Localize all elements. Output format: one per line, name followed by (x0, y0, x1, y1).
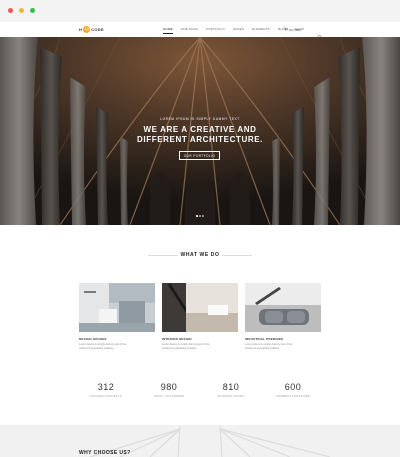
card-text-line: printing & typesetting industry. (79, 346, 114, 350)
card-text: Lorem Ipsum is simply dummy text of the … (162, 343, 238, 350)
cart-icon (284, 27, 288, 32)
service-card[interactable]: INTERIOR DESIGN Lorem Ipsum is simply du… (162, 283, 238, 350)
slider-pagination (196, 215, 206, 217)
site-logo[interactable]: H CODE (79, 25, 104, 33)
why-choose-us-section: WHY CHOOSE US? (0, 425, 400, 457)
bridge-background-image (0, 425, 400, 457)
card-text-line: printing & typesetting industry. (162, 346, 197, 350)
stat-value: 980 (160, 382, 178, 392)
nav-home[interactable]: HOME (163, 27, 173, 34)
card-text-line: printing & typesetting industry. (245, 346, 280, 350)
card-title: DESIGN HOUSES (79, 337, 107, 341)
logo-prefix: H (79, 26, 83, 32)
hero-kicker: LOREM IPSUM IS SIMPLY DUMMY TEXT (160, 117, 240, 121)
nav-elements[interactable]: ELEMENTS (252, 27, 270, 33)
service-card[interactable]: INDUSTRIAL PREMISES Lorem Ipsum is simpl… (245, 283, 321, 350)
hero-title-line1: WE ARE A CREATIVE AND (143, 125, 257, 134)
hero-title: WE ARE A CREATIVE AND DIFFERENT ARCHITEC… (0, 125, 400, 145)
stat-label: HAPPY CUSTOMERS (153, 395, 185, 398)
browser-window: H CODE HOME ONE PAGE PORTFOLIO PAGES ELE… (0, 0, 400, 457)
close-window-icon[interactable] (8, 8, 13, 13)
card-text: Lorem Ipsum is simply dummy text of the … (245, 343, 321, 350)
stat-happy-customers: 980 HAPPY CUSTOMERS (139, 382, 199, 398)
stat-value: 810 (222, 382, 240, 392)
stat-working-hours: 810 WORKING HOURS (201, 382, 261, 398)
nav-pages[interactable]: PAGES (233, 27, 244, 33)
section-title-what-we-do: WHAT WE DO (180, 252, 220, 258)
cart-label: (0) ITEM (289, 27, 301, 32)
stat-comments-received: 600 COMMENTS RECEIVED (263, 382, 323, 398)
card-text: Lorem Ipsum is simply dummy text of the … (79, 343, 155, 350)
hero-title-line2: DIFFERENT ARCHITECTURE. (137, 135, 263, 144)
cart-link[interactable]: (0) ITEM (284, 27, 301, 32)
card-title: INTERIOR DESIGN (162, 337, 192, 341)
site-header: H CODE HOME ONE PAGE PORTFOLIO PAGES ELE… (0, 22, 400, 39)
minimize-window-icon[interactable] (19, 8, 24, 13)
stat-label: WORKING HOURS (217, 395, 245, 398)
design-houses-image[interactable] (79, 283, 155, 332)
hero-slider: LOREM IPSUM IS SIMPLY DUMMY TEXT WE ARE … (0, 37, 400, 225)
industrial-premises-image[interactable] (245, 283, 321, 332)
card-title: INDUSTRIAL PREMISES (245, 337, 284, 341)
search-icon[interactable] (318, 26, 322, 39)
stat-finished-projects: 312 FINISHED PROJECTS (76, 382, 136, 398)
stat-label: FINISHED PROJECTS (90, 395, 122, 398)
our-portfolio-button[interactable]: OUR PORTFOLIO (179, 151, 220, 160)
slider-dot[interactable] (196, 215, 198, 217)
nav-portfolio[interactable]: PORTFOLIO (206, 27, 225, 33)
logo-suffix: CODE (91, 26, 104, 32)
interior-design-image[interactable] (162, 283, 238, 332)
divider-line (222, 254, 252, 255)
browser-titlebar (0, 0, 400, 22)
nav-one-page[interactable]: ONE PAGE (181, 27, 198, 33)
stat-value: 600 (284, 382, 302, 392)
maximize-window-icon[interactable] (30, 8, 35, 13)
slider-dot[interactable] (199, 215, 201, 217)
stat-label: COMMENTS RECEIVED (275, 395, 311, 398)
logo-mark-icon (83, 25, 91, 33)
service-card[interactable]: DESIGN HOUSES Lorem Ipsum is simply dumm… (79, 283, 155, 350)
section-title-why-choose-us: WHY CHOOSE US? (79, 450, 131, 456)
slider-dot[interactable] (202, 215, 204, 217)
stat-value: 312 (97, 382, 115, 392)
